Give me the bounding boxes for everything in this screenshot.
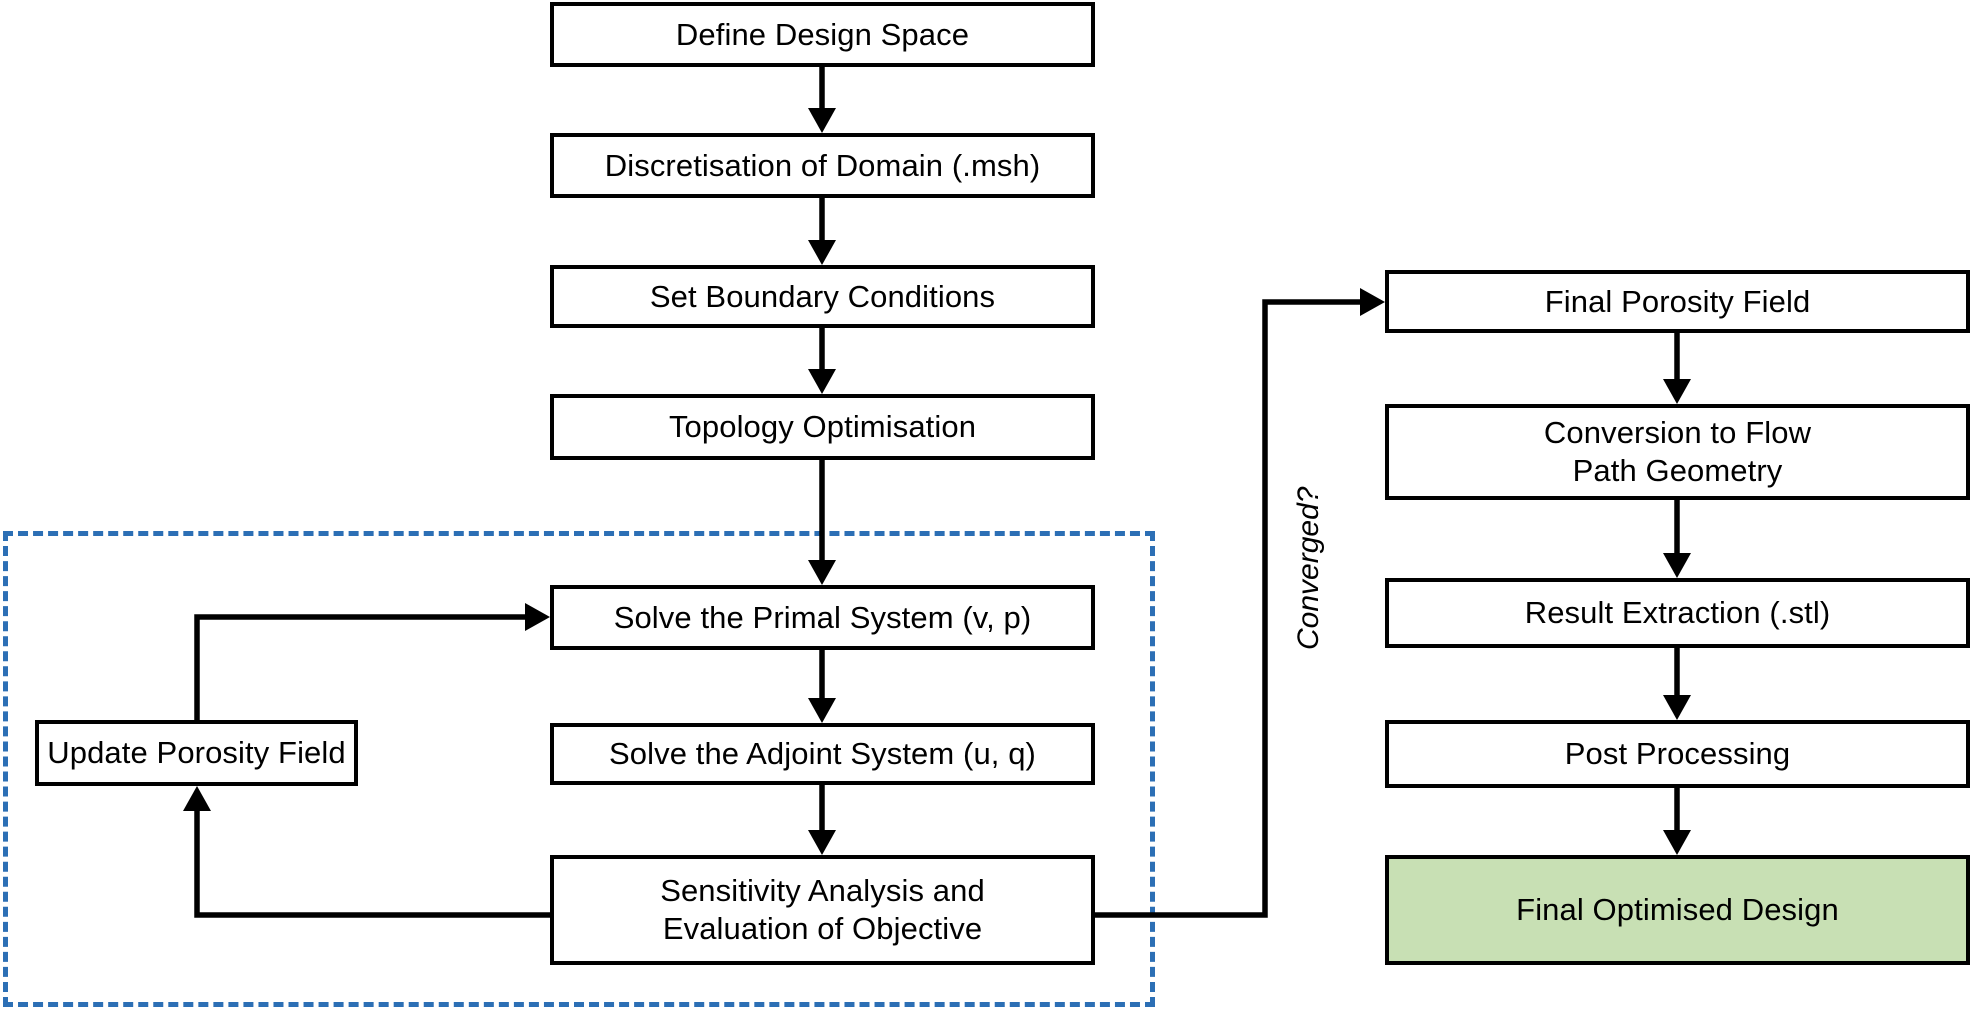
arrowhead-primal-to-adjoint (808, 698, 836, 723)
edge-label-converged: Converged? (1292, 486, 1325, 650)
node-result-extraction[interactable]: Result Extraction (.stl) (1385, 578, 1970, 648)
node-solve-primal-system[interactable]: Solve the Primal System (v, p) (550, 585, 1095, 650)
arrowhead-update-to-primal (525, 603, 550, 631)
node-label: Solve the Adjoint System (u, q) (609, 736, 1036, 772)
arrowhead-result-to-post-processing (1663, 695, 1691, 720)
arrowhead-boundary-to-topology (808, 369, 836, 394)
arrowhead-sensitivity-to-final-porosity (1360, 288, 1385, 316)
arrowhead-conversion-to-result (1663, 553, 1691, 578)
node-label: Conversion to Flow Path Geometry (1543, 415, 1812, 488)
flowchart-canvas: Converged? Define Design Space Discretis… (0, 0, 1975, 1023)
arrowhead-discretisation-to-boundary (808, 240, 836, 265)
edge-sensitivity-to-final-porosity (1095, 299, 1371, 918)
arrowhead-adjoint-to-sensitivity (808, 830, 836, 855)
node-update-porosity-field[interactable]: Update Porosity Field (35, 720, 358, 786)
node-label: Define Design Space (675, 16, 970, 52)
arrowhead-topology-to-primal (808, 560, 836, 585)
node-conversion-to-flow-path-geometry[interactable]: Conversion to Flow Path Geometry (1385, 404, 1970, 500)
node-label: Solve the Primal System (v, p) (613, 599, 1032, 635)
node-label: Discretisation of Domain (.msh) (604, 147, 1041, 183)
arrowhead-sensitivity-to-update (183, 786, 211, 811)
node-discretisation-of-domain[interactable]: Discretisation of Domain (.msh) (550, 133, 1095, 198)
node-label: Set Boundary Conditions (649, 278, 996, 314)
node-label: Final Porosity Field (1544, 283, 1811, 319)
node-label: Post Processing (1564, 736, 1791, 772)
node-solve-adjoint-system[interactable]: Solve the Adjoint System (u, q) (550, 723, 1095, 785)
node-label: Topology Optimisation (668, 409, 977, 445)
edge-sensitivity-to-update (194, 800, 550, 918)
arrowhead-define-to-discretisation (808, 108, 836, 133)
node-label: Final Optimised Design (1516, 892, 1839, 928)
node-label: Update Porosity Field (47, 735, 346, 771)
node-label: Result Extraction (.stl) (1524, 595, 1831, 631)
node-final-optimised-design[interactable]: Final Optimised Design (1385, 855, 1970, 965)
node-set-boundary-conditions[interactable]: Set Boundary Conditions (550, 265, 1095, 328)
arrowhead-post-processing-to-final (1663, 830, 1691, 855)
node-post-processing[interactable]: Post Processing (1385, 720, 1970, 788)
node-define-design-space[interactable]: Define Design Space (550, 2, 1095, 67)
node-topology-optimisation[interactable]: Topology Optimisation (550, 394, 1095, 460)
node-label: Sensitivity Analysis and Evaluation of O… (660, 873, 985, 946)
edge-update-to-primal (194, 614, 536, 720)
arrowhead-final-porosity-to-conversion (1663, 379, 1691, 404)
node-sensitivity-analysis[interactable]: Sensitivity Analysis and Evaluation of O… (550, 855, 1095, 965)
node-final-porosity-field[interactable]: Final Porosity Field (1385, 270, 1970, 333)
